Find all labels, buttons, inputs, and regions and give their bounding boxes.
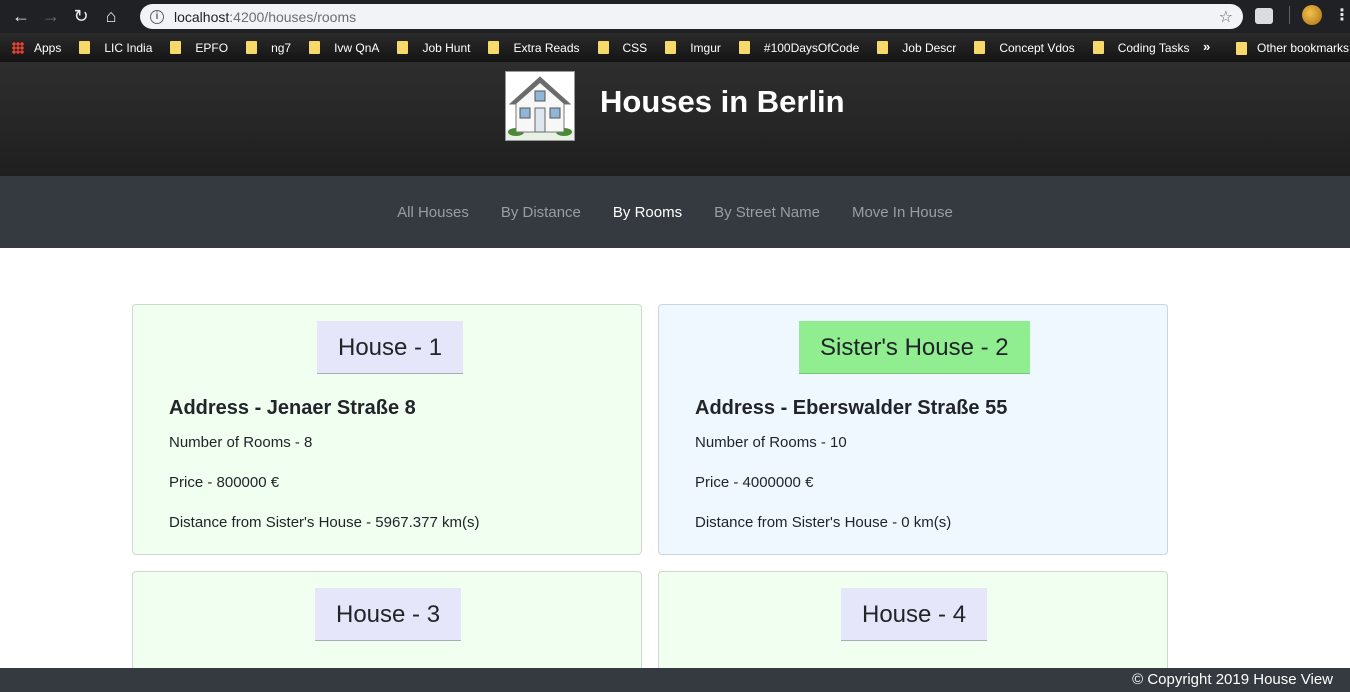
nav-by-rooms[interactable]: By Rooms (613, 204, 682, 221)
bookmark-label: Ivw QnA (334, 40, 380, 55)
sister-house-card: Sister's House - 2 Address - Eberswalder… (658, 304, 1168, 555)
app-header: Houses in Berlin (0, 62, 1350, 176)
nav-by-street-name[interactable]: By Street Name (714, 204, 820, 221)
folder-icon (974, 41, 986, 54)
page-title: Houses in Berlin (600, 84, 845, 119)
folder-icon (877, 41, 889, 54)
reload-icon[interactable]: ↻ (66, 0, 96, 33)
address-bar[interactable]: i localhost:4200/houses/rooms ☆ (140, 4, 1243, 29)
bookmark-label: Extra Reads (513, 40, 580, 55)
bookmark-label: Apps (34, 40, 62, 55)
house-logo-icon (505, 71, 575, 141)
bookmark-label: Imgur (690, 40, 721, 55)
house-rooms: Number of Rooms - 8 (169, 434, 313, 451)
bookmark-label: EPFO (195, 40, 229, 55)
bookmark-label: Job Hunt (422, 40, 471, 55)
folder-icon (397, 41, 409, 54)
house-title: Sister's House - 2 (799, 321, 1030, 374)
browser-toolbar: ← → ↻ ⌂ i localhost:4200/houses/rooms ☆ … (0, 0, 1350, 33)
bookmark-item[interactable]: ng7 (246, 41, 291, 55)
bookmark-item[interactable]: EPFO (170, 41, 228, 55)
bookmark-apps[interactable]: Apps (12, 41, 61, 55)
folder-icon (597, 41, 609, 54)
bookmarks-overflow-button[interactable]: » (1203, 39, 1210, 54)
profile-avatar[interactable] (1302, 5, 1322, 25)
url-host: localhost (174, 8, 230, 25)
main-nav: All Houses By Distance By Rooms By Stree… (0, 176, 1350, 248)
other-bookmarks-button[interactable]: Other bookmarks (1236, 41, 1349, 55)
nav-move-in-house[interactable]: Move In House (852, 204, 953, 221)
bookmarks-bar: Apps LIC India EPFO ng7 Ivw QnA Job Hunt Extra… (0, 33, 1350, 62)
url-path: :4200/houses/rooms (229, 8, 357, 25)
bookmark-label: #100DaysOfCode (763, 40, 860, 55)
house-distance: Distance from Sister's House - 5967.377 … (169, 514, 480, 531)
back-arrow-icon[interactable]: ← (6, 0, 36, 33)
nav-all-houses[interactable]: All Houses (397, 204, 469, 221)
bookmark-label: LIC India (104, 40, 153, 55)
other-bookmarks-label: Other bookmarks (1257, 41, 1350, 55)
footer: © Copyright 2019 House View (0, 668, 1350, 692)
bookmark-item[interactable]: CSS (597, 40, 648, 55)
house-price: Price - 4000000 € (695, 474, 814, 491)
nav-by-distance[interactable]: By Distance (501, 204, 581, 221)
folder-icon (488, 41, 500, 54)
folder-icon (665, 41, 677, 54)
forward-arrow-icon[interactable]: → (36, 0, 66, 33)
folder-icon (170, 41, 182, 54)
house-address: Address - Eberswalder Straße 55 (695, 397, 1008, 419)
bookmark-item[interactable]: #100DaysOfCode (738, 40, 860, 55)
house-distance: Distance from Sister's House - 0 km(s) (695, 514, 952, 531)
copyright-text: © Copyright 2019 House View (1132, 671, 1333, 688)
browser-menu-icon[interactable]: ⋮ (1334, 5, 1350, 25)
folder-icon (1236, 41, 1247, 55)
bookmark-item[interactable]: Ivw QnA (309, 41, 379, 55)
bookmark-label: ng7 (271, 40, 292, 55)
home-icon[interactable]: ⌂ (96, 0, 126, 33)
apps-grid-icon (12, 41, 24, 54)
bookmark-item[interactable]: Extra Reads (488, 40, 580, 55)
bookmark-item[interactable]: LIC India (79, 41, 152, 55)
house-card: House - 1 Address - Jenaer Straße 8 Numb… (132, 304, 642, 555)
folder-icon (309, 41, 321, 54)
house-price: Price - 800000 € (169, 474, 280, 491)
toolbar-divider (1289, 6, 1290, 24)
house-title: House - 3 (315, 588, 462, 641)
folder-icon (738, 41, 750, 54)
bookmark-item[interactable]: Imgur (665, 41, 721, 55)
bookmark-label: Coding Tasks (1117, 40, 1190, 55)
bookmark-item[interactable]: Coding Tasks (1092, 40, 1190, 55)
bookmark-label: CSS (622, 40, 648, 55)
site-info-icon[interactable]: i (150, 9, 164, 24)
bookmark-label: Concept Vdos (999, 40, 1075, 55)
bookmark-label: Job Descr (902, 40, 957, 55)
house-title: House - 4 (841, 588, 988, 641)
camera-extension-icon[interactable] (1255, 8, 1273, 24)
bookmark-star-icon[interactable]: ☆ (1219, 7, 1233, 27)
folder-icon (1092, 41, 1104, 54)
bookmark-item[interactable]: Job Hunt (397, 41, 470, 55)
folder-icon (79, 41, 91, 54)
house-rooms: Number of Rooms - 10 (695, 434, 847, 451)
house-title: House - 1 (317, 321, 464, 374)
house-address: Address - Jenaer Straße 8 (169, 397, 416, 419)
bookmark-item[interactable]: Job Descr (877, 41, 956, 55)
bookmark-item[interactable]: Concept Vdos (974, 40, 1075, 55)
folder-icon (246, 41, 258, 54)
